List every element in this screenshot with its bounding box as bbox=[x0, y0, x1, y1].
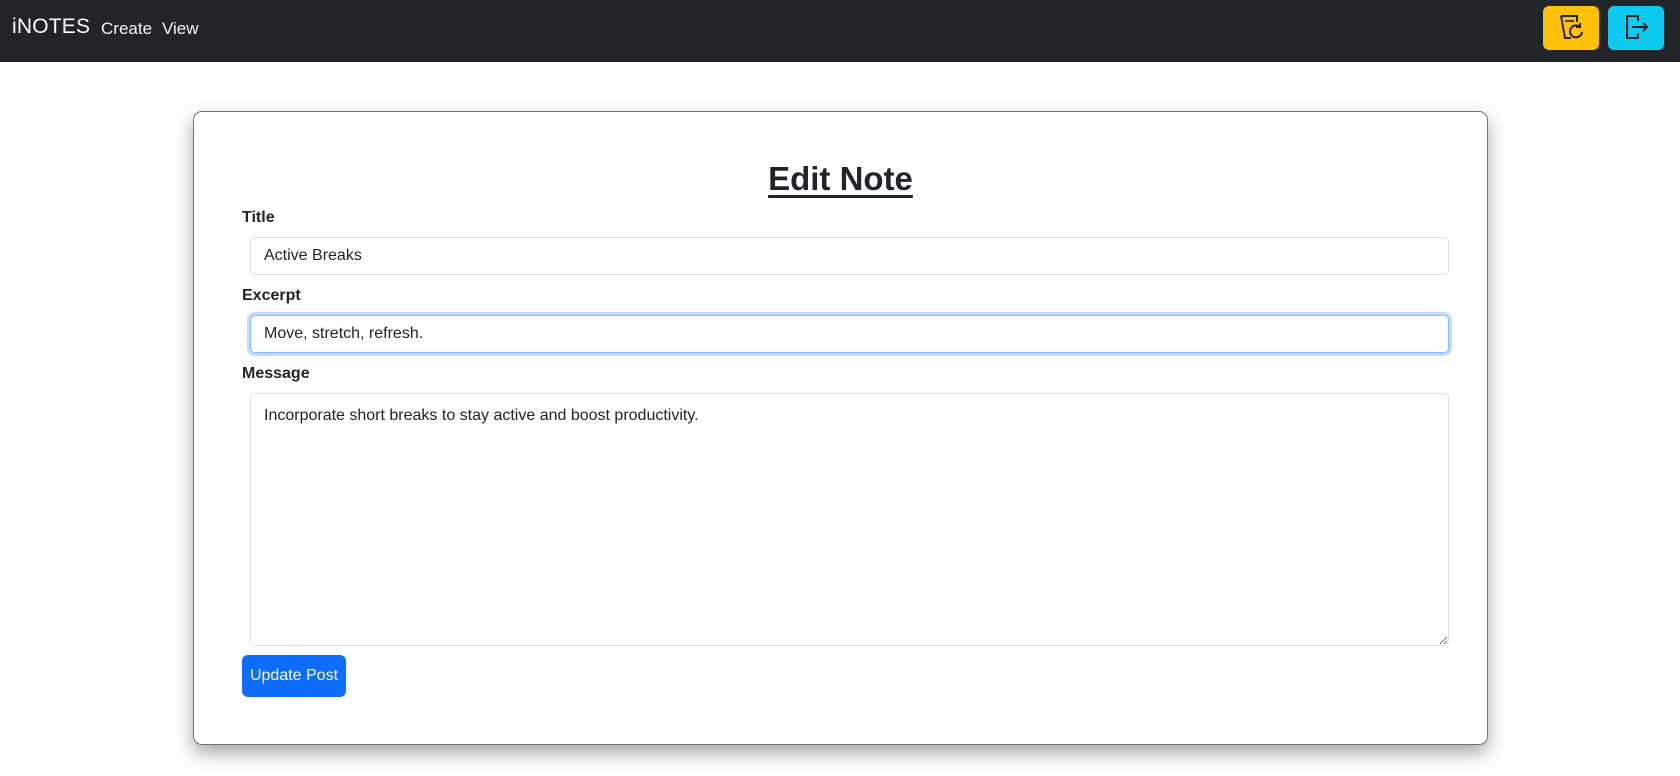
message-label: Message bbox=[242, 365, 310, 382]
reload-notes-icon bbox=[1556, 12, 1586, 45]
brand-logo[interactable]: iNOTES bbox=[12, 15, 90, 39]
excerpt-label: Excerpt bbox=[242, 287, 301, 304]
nav-link-view[interactable]: View bbox=[162, 19, 199, 39]
title-input[interactable] bbox=[250, 237, 1449, 275]
reload-notes-button[interactable] bbox=[1543, 6, 1599, 50]
top-navbar: iNOTES Create View bbox=[0, 0, 1680, 62]
logout-icon bbox=[1621, 12, 1651, 45]
page-title: Edit Note bbox=[768, 160, 913, 197]
nav-link-create[interactable]: Create bbox=[101, 19, 152, 39]
update-post-button[interactable]: Update Post bbox=[242, 655, 346, 697]
logout-button[interactable] bbox=[1608, 6, 1664, 50]
excerpt-input[interactable] bbox=[250, 315, 1449, 353]
message-textarea[interactable]: Incorporate short breaks to stay active … bbox=[250, 393, 1449, 646]
edit-note-card: Edit Note Title Excerpt Message Incorpor… bbox=[193, 111, 1488, 745]
title-label: Title bbox=[242, 209, 275, 226]
